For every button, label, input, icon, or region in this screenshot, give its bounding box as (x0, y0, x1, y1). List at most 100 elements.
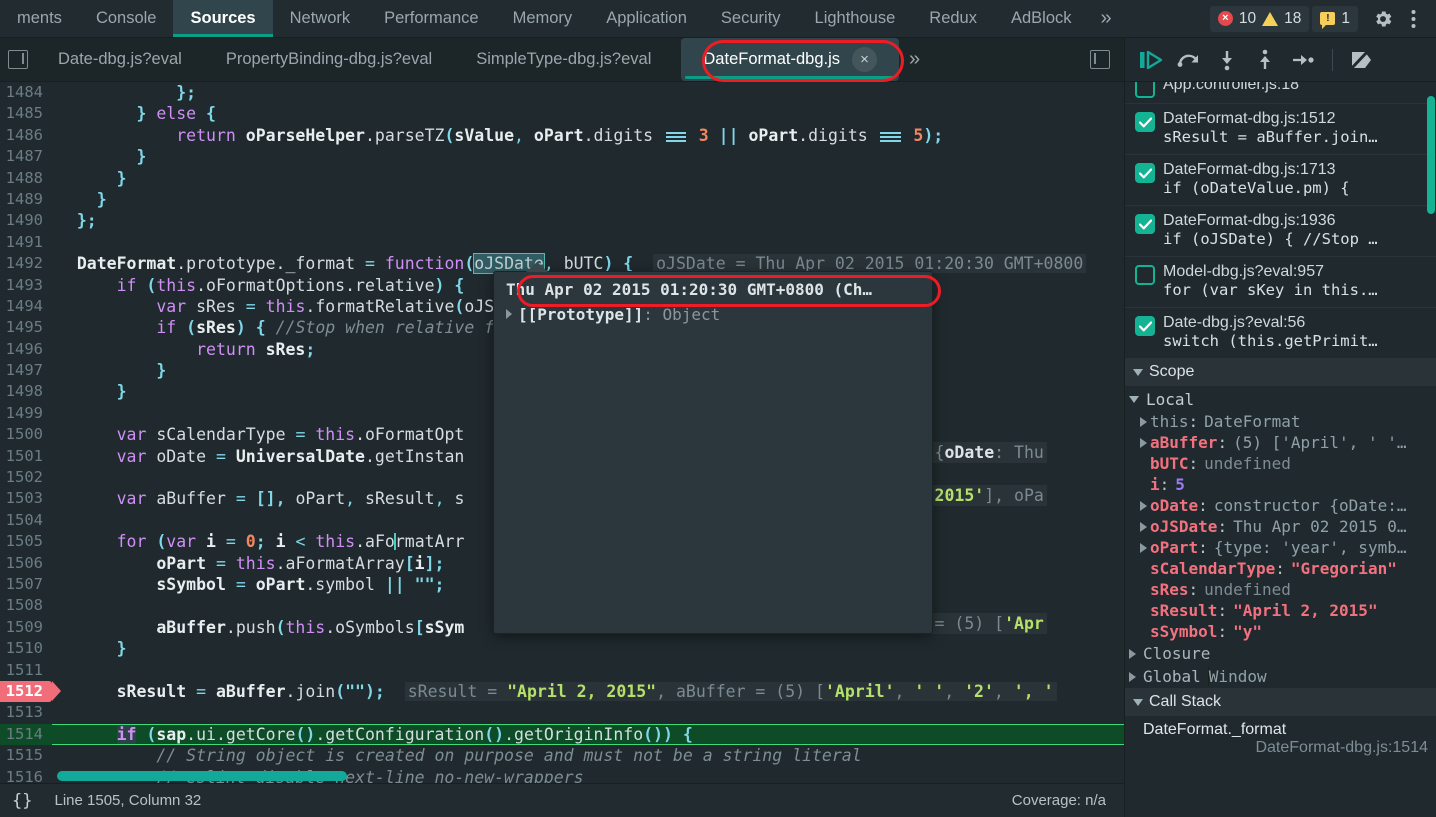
breakpoint-item-date-56[interactable]: Date-dbg.js?eval:56 switch (this.getPrim… (1125, 308, 1436, 358)
step-over-button[interactable] (1171, 44, 1207, 76)
code-line[interactable]: 1491 (0, 232, 1124, 253)
info-counter[interactable]: ! 1 (1312, 5, 1358, 32)
code-line[interactable]: 1490 }; (0, 210, 1124, 231)
code-line[interactable]: 1485 } else { (0, 103, 1124, 124)
tab-security[interactable]: Security (704, 0, 798, 37)
code-line[interactable]: 1486 return oParseHelper.parseTZ(sValue,… (0, 125, 1124, 146)
breakpoint-checkbox[interactable] (1135, 265, 1155, 285)
show-debugger-sidebar-button[interactable] (1090, 38, 1124, 81)
step-button[interactable] (1285, 44, 1321, 76)
file-tab-simpletype-dbg[interactable]: SimpleType-dbg.js?eval (454, 38, 673, 81)
call-stack-function: DateFormat._format (1143, 721, 1287, 738)
sidebar-scrollbar-thumb[interactable] (1427, 96, 1435, 214)
error-warning-counter[interactable]: × 10 18 (1209, 5, 1310, 32)
breakpoint-item-model-957[interactable]: Model-dbg.js?eval:957 for (var sKey in t… (1125, 257, 1436, 308)
popover-prototype-row[interactable]: [[Prototype]]: Object (494, 302, 932, 333)
tab-application[interactable]: Application (589, 0, 704, 37)
pretty-print-icon[interactable]: {} (12, 791, 32, 811)
file-tab-propertybinding-dbg[interactable]: PropertyBinding-dbg.js?eval (204, 38, 454, 81)
breakpoint-line-number[interactable]: 1512 (0, 680, 61, 703)
breakpoint-location: DateFormat-dbg.js:1512 (1163, 110, 1336, 127)
breakpoint-item-dateformat-1936[interactable]: DateFormat-dbg.js:1936 if (oJSDate) { //… (1125, 206, 1436, 257)
scope-var-opart[interactable]: oPart: {type: 'year', symb… (1125, 537, 1436, 558)
scope-group-local[interactable]: Local (1125, 388, 1436, 411)
breakpoint-checkbox[interactable] (1135, 112, 1155, 132)
message-icon: ! (1320, 12, 1336, 29)
scope-var-sres[interactable]: sRes: undefined (1125, 579, 1436, 600)
file-tab-date-dbg[interactable]: Date-dbg.js?eval (36, 38, 204, 81)
warning-count: 18 (1284, 9, 1302, 27)
disclosure-triangle-icon[interactable] (1137, 437, 1150, 448)
code-line[interactable]: 1487 } (0, 146, 1124, 167)
debugger-sidebar-scroll[interactable]: App.controller.js:18 DateFormat-dbg.js:1… (1125, 82, 1436, 817)
scope-section-header[interactable]: Scope (1125, 358, 1436, 386)
line-number: 1496 (5, 339, 43, 358)
tab-lighthouse[interactable]: Lighthouse (798, 0, 913, 37)
code-line[interactable]: 1513 (0, 702, 1124, 723)
disclosure-triangle-icon[interactable] (506, 309, 512, 320)
breakpoint-item-dateformat-1713[interactable]: DateFormat-dbg.js:1713 if (oDateValue.pm… (1125, 155, 1436, 206)
tab-console[interactable]: Console (79, 0, 174, 37)
devtools-panel-tabbar: ments Console Sources Network Performanc… (0, 0, 1436, 38)
tab-performance[interactable]: Performance (367, 0, 495, 37)
code-line[interactable]: 1489 } (0, 189, 1124, 210)
info-count: 1 (1341, 9, 1350, 27)
scope-group-closure[interactable]: Closure (1125, 642, 1436, 665)
scope-var-this[interactable]: this: DateFormat (1125, 411, 1436, 432)
disclosure-triangle-icon[interactable] (1137, 521, 1150, 532)
scope-var-abuffer[interactable]: aBuffer: (5) ['April', ' '… (1125, 432, 1436, 453)
kebab-menu-icon[interactable] (1398, 4, 1428, 34)
scope-global-label: Global (1143, 667, 1201, 686)
call-stack-frame[interactable]: DateFormat._format DateFormat-dbg.js:151… (1125, 716, 1436, 759)
breakpoint-checkbox[interactable] (1135, 163, 1155, 183)
scope-group-global[interactable]: Global Window (1125, 665, 1436, 688)
scope-var-i[interactable]: i:5 (1125, 474, 1436, 495)
deactivate-breakpoints-button[interactable] (1344, 44, 1380, 76)
resume-button[interactable] (1133, 44, 1169, 76)
tab-redux[interactable]: Redux (912, 0, 994, 37)
var-value: "Gregorian" (1290, 559, 1397, 578)
breakpoint-code: if (oDateValue.pm) { (1163, 179, 1350, 197)
code-line-breakpoint[interactable]: 1512 sResult = aBuffer.join(""); sResult… (0, 680, 1124, 703)
tab-adblock[interactable]: AdBlock (994, 0, 1089, 37)
disclosure-triangle-icon[interactable] (1137, 542, 1150, 553)
breakpoint-checkbox[interactable] (1135, 82, 1155, 98)
scope-var-sresult[interactable]: sResult: "April 2, 2015" (1125, 600, 1436, 621)
disclosure-triangle-icon[interactable] (1137, 416, 1150, 427)
breakpoint-texts: App.controller.js:18 (1163, 82, 1428, 94)
breakpoint-item-dateformat-1512[interactable]: DateFormat-dbg.js:1512 sResult = aBuffer… (1125, 104, 1436, 155)
disclosure-triangle-icon[interactable] (1137, 500, 1150, 511)
step-out-button[interactable] (1247, 44, 1283, 76)
tab-elements[interactable]: ments (0, 0, 79, 37)
breakpoint-item-app-controller[interactable]: App.controller.js:18 (1125, 82, 1436, 104)
code-line[interactable]: 1511 (0, 660, 1124, 681)
call-stack-section-header[interactable]: Call Stack (1125, 688, 1436, 716)
step-into-button[interactable] (1209, 44, 1245, 76)
code-line-execution-highlight[interactable]: 1514 if (sap.ui.getCore().getConfigurati… (0, 723, 1124, 746)
file-tab-dateformat-dbg[interactable]: DateFormat-dbg.js × (681, 38, 900, 81)
tab-sources[interactable]: Sources (173, 0, 273, 37)
scope-var-ojsdate[interactable]: oJSDate: Thu Apr 02 2015 0… (1125, 516, 1436, 537)
code-line[interactable]: 1515 // String object is created on purp… (0, 745, 1124, 766)
code-line[interactable]: 1488 } (0, 168, 1124, 189)
code-line[interactable]: 1510 } (0, 638, 1124, 659)
scope-var-ssymbol[interactable]: sSymbol: "y" (1125, 621, 1436, 642)
horizontal-scrollbar[interactable] (57, 771, 347, 781)
scope-var-scalendartype[interactable]: sCalendarType: "Gregorian" (1125, 558, 1436, 579)
line-number: 1509 (5, 617, 43, 636)
code-line[interactable]: 1484 }; (0, 82, 1124, 103)
variable-value-popover[interactable]: Thu Apr 02 2015 01:20:30 GMT+0800 (Ch… [… (493, 262, 933, 634)
close-icon[interactable]: × (852, 47, 878, 72)
tab-network[interactable]: Network (273, 0, 368, 37)
breakpoint-checkbox[interactable] (1135, 316, 1155, 336)
scope-var-odate[interactable]: oDate: constructor {oDate:… (1125, 495, 1436, 516)
tab-memory[interactable]: Memory (496, 0, 590, 37)
scope-var-butc[interactable]: bUTC: undefined (1125, 453, 1436, 474)
panel-overflow-button[interactable]: » (1089, 0, 1124, 37)
code-editor[interactable]: 1484 }; 1485 } else { 1486 return oParse… (0, 82, 1124, 783)
file-tab-label: PropertyBinding-dbg.js?eval (225, 50, 433, 68)
breakpoint-checkbox[interactable] (1135, 214, 1155, 234)
gear-icon[interactable] (1368, 4, 1398, 34)
show-navigator-button[interactable] (0, 38, 36, 81)
file-overflow-button[interactable]: » (899, 38, 930, 81)
